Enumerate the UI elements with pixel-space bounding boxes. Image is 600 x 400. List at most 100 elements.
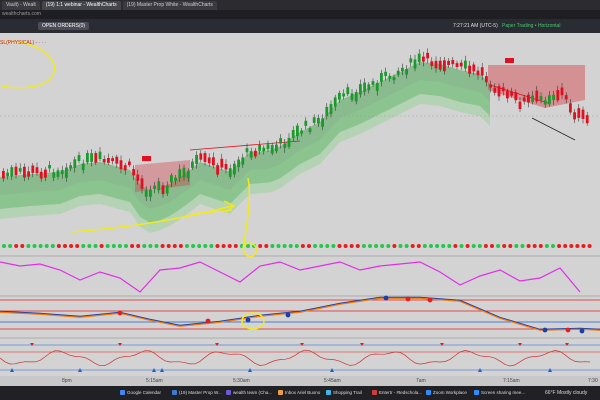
signal-dot <box>502 244 507 248</box>
down-arrow-marker <box>518 343 522 346</box>
candle <box>254 150 257 157</box>
browser-tab-1[interactable]: Vault) - Wealt <box>2 0 40 10</box>
annotation-circle <box>1 40 55 89</box>
candle <box>548 95 551 105</box>
candle <box>111 158 114 162</box>
candle <box>531 95 534 102</box>
signal-dot <box>313 244 318 248</box>
candle <box>317 117 320 124</box>
signal-dot <box>538 244 543 248</box>
taskbar-item-shopping[interactable]: Shopping Trail <box>326 389 362 397</box>
candle <box>107 158 110 163</box>
taskbar-item-entertr[interactable]: Entertr - #tedschola... <box>372 389 422 397</box>
oscillator-panel <box>0 255 600 293</box>
signal-dot <box>551 244 555 248</box>
momentum-dot <box>205 318 211 324</box>
momentum-dot <box>542 327 548 333</box>
candle <box>354 92 358 102</box>
signal-dot <box>14 244 19 248</box>
candle <box>10 167 14 177</box>
candle <box>342 93 345 97</box>
candle <box>115 156 119 164</box>
taskbar-item-calendar[interactable]: Google Calendar <box>120 389 161 397</box>
momentum-dot <box>427 297 433 303</box>
price-chart[interactable] <box>0 33 600 376</box>
signal-dot <box>575 244 580 248</box>
candle <box>581 109 585 119</box>
signal-dot <box>325 244 330 248</box>
candle <box>228 168 232 177</box>
taskbar-item-inbox[interactable]: Inbox Ariel Buono <box>278 389 320 397</box>
candle <box>203 153 207 162</box>
momentum-line-blue <box>0 296 600 330</box>
candle <box>514 92 518 101</box>
signal-dot <box>319 244 324 248</box>
taskbar-item-zoom[interactable]: Zoom Workplace <box>426 389 467 397</box>
candle <box>564 95 568 100</box>
candle <box>98 151 102 159</box>
candle <box>249 151 253 158</box>
candle <box>375 82 379 91</box>
candle <box>31 165 35 173</box>
signal-dot <box>270 244 275 248</box>
candle <box>237 159 240 168</box>
candle <box>350 93 354 100</box>
time-tick: 7am <box>416 378 426 384</box>
candle <box>128 161 131 166</box>
signal-dot <box>490 244 494 248</box>
signal-dot <box>459 244 464 248</box>
down-arrow-marker <box>440 343 444 346</box>
signal-dot <box>50 244 55 248</box>
weather-widget[interactable]: 66°F Mostly cloudy <box>545 389 587 397</box>
signal-dot <box>246 244 250 248</box>
taskbar-item-browser[interactable]: (19) Master Prop W... <box>172 389 222 397</box>
browser-tab-2[interactable]: (19) 1:1 webinar - WealthCharts <box>41 0 121 10</box>
signal-dot <box>294 244 299 248</box>
candle <box>367 84 371 91</box>
signal-dot <box>56 244 61 248</box>
taskbar-item-chat[interactable]: wealth team (Cha... <box>226 389 272 397</box>
signal-dot <box>337 244 342 248</box>
signal-dot <box>209 244 214 248</box>
signal-dot <box>307 244 311 248</box>
candle <box>287 137 291 147</box>
signal-dot <box>520 244 525 248</box>
candle <box>539 96 543 101</box>
candle <box>44 169 47 178</box>
taskbar-item-screenshare[interactable]: Screen sharing mee... <box>474 389 525 397</box>
candle <box>426 52 429 59</box>
momentum-dot <box>383 295 389 301</box>
candle <box>527 94 530 103</box>
candle <box>153 185 156 190</box>
candle <box>136 174 140 181</box>
browser-tab-3[interactable]: (19) Master Prop White - WealthCharts <box>122 0 217 10</box>
signal-dot <box>398 244 403 248</box>
signal-dot <box>349 244 354 248</box>
paper-trading-status[interactable]: Paper Trading • Horizontal <box>502 22 560 30</box>
candle <box>560 87 564 96</box>
open-orders-button[interactable]: OPEN ORDERS(0) <box>38 22 90 30</box>
signal-dot <box>203 244 208 248</box>
candle <box>199 153 203 160</box>
candle <box>212 157 215 166</box>
signal-dot <box>233 244 238 248</box>
candle <box>291 130 295 138</box>
candle <box>493 87 497 93</box>
candle <box>207 157 211 164</box>
candle <box>422 56 425 62</box>
signal-dot <box>508 244 513 248</box>
candle <box>438 60 442 70</box>
down-arrow-marker <box>360 343 364 346</box>
candle <box>497 86 501 97</box>
signal-dot <box>178 244 183 248</box>
signal-dot <box>581 244 586 248</box>
address-text: wealthcharts.com <box>2 11 41 17</box>
candle <box>90 153 93 162</box>
address-bar[interactable] <box>0 10 600 19</box>
signal-tag <box>142 156 151 161</box>
signal-tag <box>505 58 514 63</box>
candle <box>77 155 81 161</box>
signal-dot <box>2 244 6 248</box>
candle <box>359 84 362 95</box>
candle <box>468 65 471 74</box>
